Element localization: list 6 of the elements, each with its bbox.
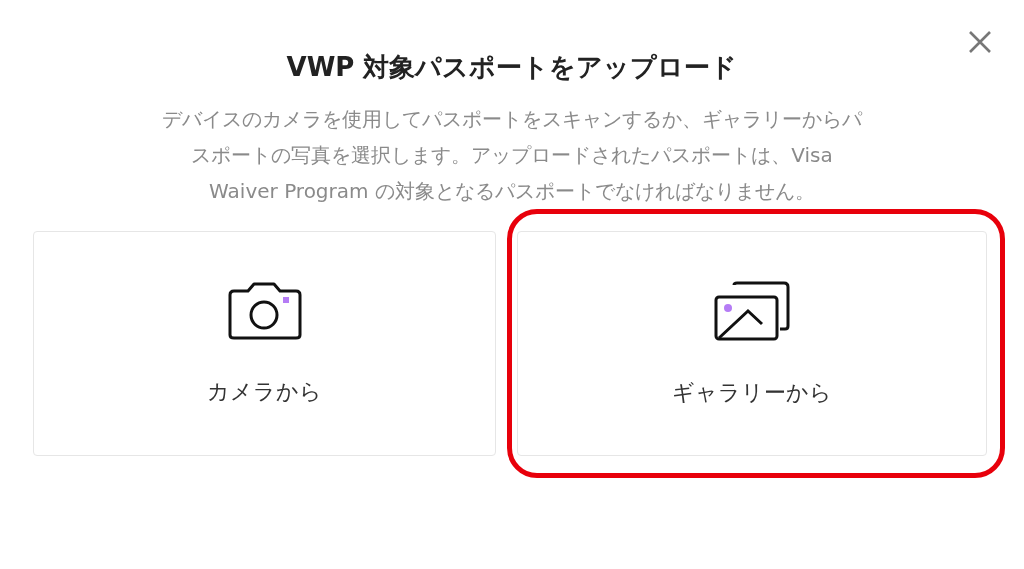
option-card[interactable]: ギャラリーから [517, 231, 987, 456]
close-button[interactable] [968, 30, 992, 54]
dialog-title: VWP 対象パスポートをアップロード [285, 51, 739, 84]
description-text: デバイスのカメラを使用してパスポートをスキャンするか、ギャラリーからパスポートの写真を選択します。アップロードされたパスポートは、Visa Waiver Program の対象となるパスポートでなければなりません。 [161, 106, 864, 205]
gallery-icon [712, 279, 792, 342]
option-card[interactable]: カメラから [33, 231, 496, 456]
